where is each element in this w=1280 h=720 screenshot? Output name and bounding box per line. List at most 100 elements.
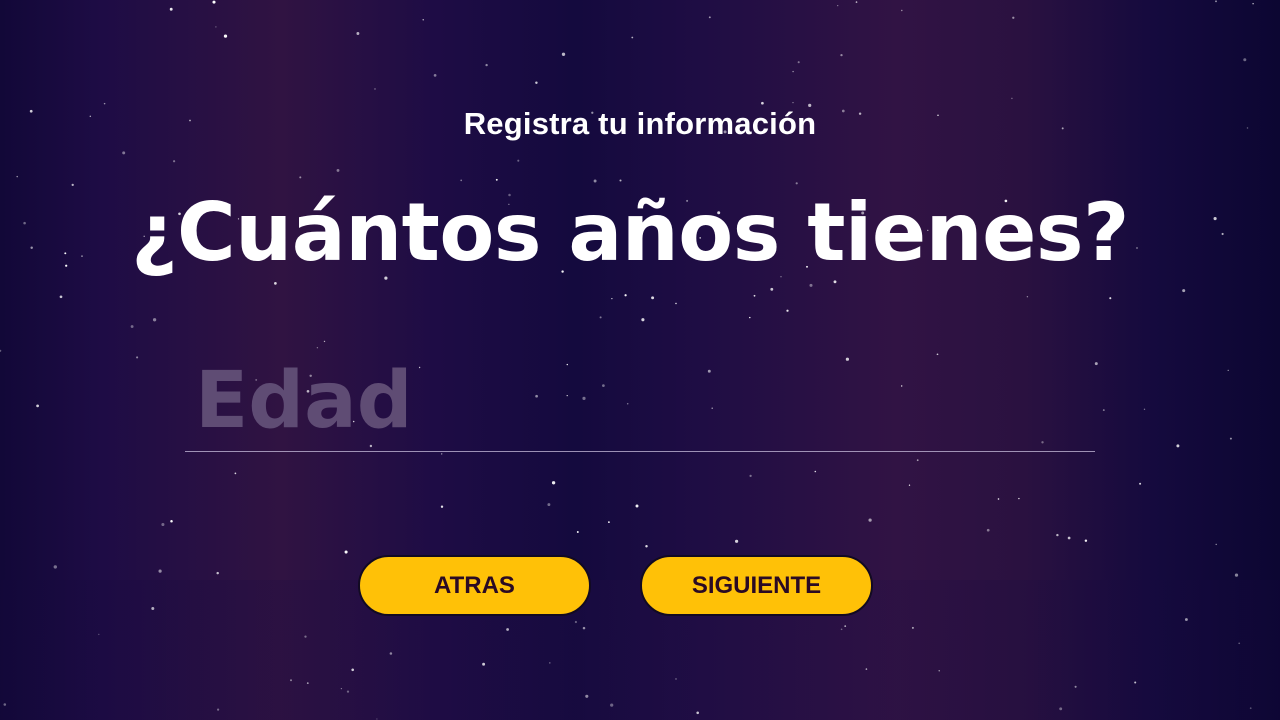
- star: [130, 325, 134, 328]
- star: [53, 565, 57, 569]
- star: [1067, 536, 1071, 540]
- star: [675, 302, 677, 305]
- star: [356, 32, 360, 35]
- star: [770, 287, 774, 291]
- star: [1143, 408, 1146, 410]
- star: [0, 349, 2, 352]
- star: [833, 280, 837, 284]
- star: [792, 101, 794, 104]
- back-button[interactable]: ATRAS: [358, 555, 591, 616]
- star: [152, 318, 157, 322]
- star: [1026, 296, 1029, 298]
- star: [169, 7, 173, 11]
- star: [631, 36, 634, 39]
- age-input[interactable]: [185, 350, 1095, 452]
- star: [1109, 297, 1112, 300]
- star: [840, 53, 843, 57]
- star: [608, 521, 610, 523]
- star: [551, 481, 556, 485]
- star: [624, 294, 627, 297]
- star: [561, 52, 566, 56]
- star: [1139, 482, 1142, 485]
- star: [170, 519, 173, 523]
- star: [1084, 539, 1088, 542]
- star: [792, 70, 794, 73]
- star: [908, 484, 911, 486]
- star: [336, 168, 340, 172]
- star: [234, 472, 237, 475]
- star: [535, 81, 538, 85]
- star: [59, 295, 63, 299]
- star: [103, 102, 106, 105]
- star: [809, 283, 813, 287]
- star: [749, 316, 751, 319]
- star: [495, 178, 498, 181]
- star: [786, 309, 789, 312]
- star: [173, 160, 176, 163]
- star: [1227, 369, 1229, 372]
- star: [837, 4, 839, 7]
- star: [1102, 409, 1105, 412]
- star: [460, 179, 463, 182]
- star: [344, 550, 348, 554]
- star: [641, 318, 645, 322]
- star: [440, 505, 444, 508]
- star: [422, 19, 424, 21]
- star: [517, 159, 520, 162]
- star: [374, 88, 376, 90]
- star: [212, 0, 216, 4]
- star: [735, 539, 739, 543]
- star: [855, 1, 858, 3]
- star: [1182, 289, 1186, 293]
- star: [1234, 573, 1239, 577]
- star: [316, 347, 319, 349]
- star: [593, 179, 597, 183]
- star: [576, 531, 579, 533]
- star: [216, 571, 219, 575]
- star: [223, 34, 228, 38]
- star: [795, 182, 798, 185]
- star: [761, 101, 764, 105]
- star: [1012, 16, 1015, 19]
- star: [16, 175, 18, 178]
- star: [1215, 543, 1217, 546]
- star: [868, 518, 872, 522]
- star: [916, 459, 919, 462]
- star: [708, 16, 711, 19]
- question-heading: ¿Cuántos años tienes?: [131, 186, 1129, 279]
- star: [547, 503, 551, 507]
- star: [1056, 533, 1059, 537]
- star: [1215, 0, 1217, 3]
- star: [1176, 444, 1180, 448]
- star: [986, 528, 990, 532]
- star: [161, 522, 165, 527]
- star: [619, 179, 622, 182]
- star: [1243, 58, 1247, 62]
- star: [485, 63, 488, 67]
- star: [158, 569, 162, 573]
- star: [753, 294, 756, 297]
- star: [1018, 497, 1020, 500]
- star: [901, 9, 903, 12]
- star: [215, 26, 217, 28]
- star: [1229, 437, 1232, 440]
- star: [635, 504, 639, 508]
- star: [299, 176, 302, 179]
- star: [1094, 362, 1098, 366]
- star: [1011, 97, 1013, 100]
- star: [814, 470, 817, 473]
- star: [797, 61, 800, 64]
- form-subtitle: Registra tu información: [463, 106, 817, 141]
- star: [1252, 2, 1254, 5]
- star: [599, 316, 602, 319]
- star: [122, 151, 126, 155]
- star: [323, 340, 326, 343]
- star: [274, 282, 277, 285]
- next-button[interactable]: SIGUIENTE: [640, 555, 873, 616]
- star: [36, 404, 39, 408]
- star: [645, 544, 648, 548]
- star: [611, 297, 613, 300]
- bottom-band: [0, 580, 1280, 720]
- star: [749, 474, 752, 478]
- star: [651, 296, 655, 300]
